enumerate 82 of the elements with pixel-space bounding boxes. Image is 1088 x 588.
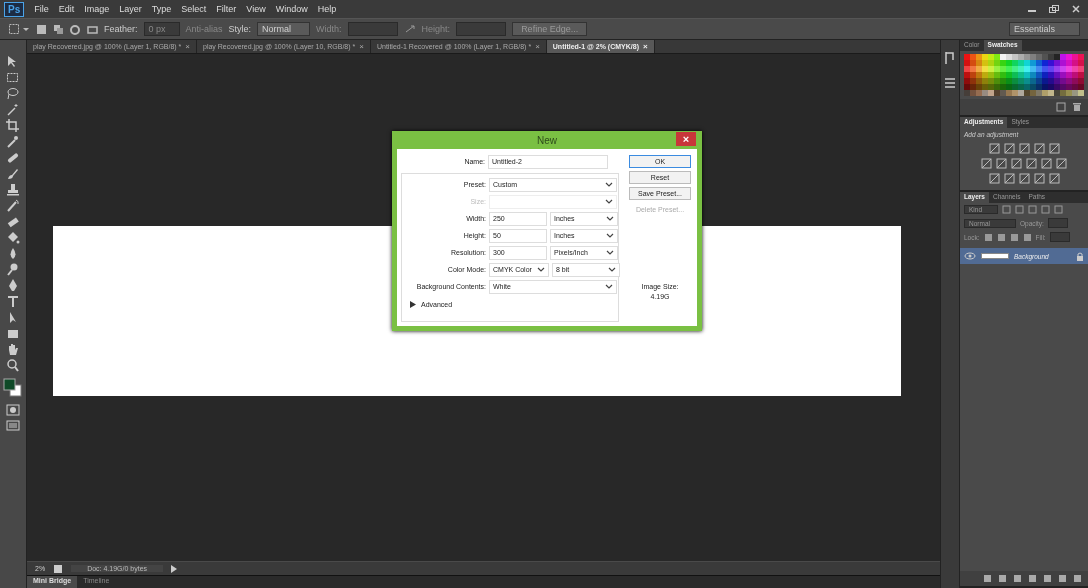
caret-icon <box>605 283 613 290</box>
adjustment-icon[interactable] <box>1041 158 1052 169</box>
swap-arrows-icon[interactable] <box>403 24 416 34</box>
restore-icon[interactable] <box>1048 4 1060 14</box>
swatch-grid-drawing[interactable] <box>964 54 1084 96</box>
style-label: Style: <box>228 24 252 34</box>
selection-mode-icon[interactable] <box>53 23 64 35</box>
adjustment-icon[interactable] <box>988 143 1000 154</box>
adjustment-icon[interactable] <box>1033 173 1045 184</box>
opacity-field[interactable] <box>1047 218 1068 228</box>
adjustment-icon[interactable] <box>1003 173 1015 184</box>
tab-close-button[interactable]: × <box>535 42 540 51</box>
brush-icon[interactable] <box>5 166 21 181</box>
zoom-icon[interactable] <box>5 358 21 373</box>
feather-label: Feather: <box>104 24 138 34</box>
workspace-select[interactable]: Essentials <box>1008 22 1080 36</box>
menu-item[interactable]: Type <box>151 4 172 14</box>
trash-icon[interactable] <box>1072 102 1082 112</box>
close-button[interactable]: × <box>676 132 696 146</box>
caret-icon <box>606 232 614 239</box>
close-icon[interactable] <box>1070 4 1082 14</box>
adjustment-icon[interactable] <box>1048 173 1060 184</box>
menu-item[interactable]: Window <box>275 4 308 14</box>
tab-close-button[interactable]: × <box>642 42 648 51</box>
menu-item[interactable]: Select <box>181 4 207 14</box>
screen-mode-icon[interactable] <box>5 418 21 432</box>
marquee-icon[interactable] <box>5 70 21 85</box>
history-icon[interactable] <box>943 50 957 66</box>
color-swatches-icon[interactable] <box>3 378 23 398</box>
style-select[interactable]: Normal <box>257 22 311 36</box>
caret-icon <box>605 181 613 188</box>
adjustment-icon[interactable] <box>1026 158 1037 169</box>
caret-icon <box>606 215 614 222</box>
menu-item[interactable]: View <box>246 4 266 14</box>
menu-item[interactable]: Layer <box>119 4 142 14</box>
caret-icon <box>605 198 613 205</box>
selection-mode-icon[interactable] <box>36 23 47 35</box>
new-swatch-icon[interactable] <box>1056 102 1066 112</box>
width-field[interactable] <box>347 22 398 36</box>
lock-icon <box>1076 251 1084 261</box>
adjustment-icon[interactable] <box>1018 143 1030 154</box>
adjustment-icon[interactable] <box>1018 173 1030 184</box>
tab-close-button[interactable]: × <box>185 42 190 51</box>
app-logo: Ps <box>4 1 25 17</box>
properties-icon[interactable] <box>943 76 957 90</box>
adjustment-icon[interactable] <box>1056 158 1067 169</box>
selection-mode-icon[interactable] <box>70 23 81 35</box>
eye-icon[interactable] <box>964 252 976 260</box>
history-brush-icon[interactable] <box>5 198 21 213</box>
adjustment-icon[interactable] <box>988 173 1000 184</box>
eyedropper-icon[interactable] <box>5 134 21 149</box>
type-icon[interactable] <box>5 294 21 309</box>
adjustment-icon[interactable] <box>981 158 992 169</box>
caret-icon <box>606 249 614 256</box>
menu-item[interactable]: Help <box>317 4 337 14</box>
adjustment-icon[interactable] <box>1033 143 1045 154</box>
menu-item[interactable]: Image <box>84 4 110 14</box>
tab-close-button[interactable]: × <box>359 42 364 51</box>
height-field[interactable] <box>456 22 507 36</box>
caret-icon <box>608 266 616 273</box>
menu-arrow-icon[interactable] <box>171 564 178 573</box>
selection-mode-icon[interactable] <box>87 23 98 35</box>
menu-item[interactable]: Edit <box>58 4 75 14</box>
fill-field[interactable] <box>1049 232 1070 242</box>
adjustment-icon[interactable] <box>1011 158 1022 169</box>
menu-item[interactable]: File <box>34 4 49 14</box>
marquee-icon[interactable] <box>8 23 30 35</box>
status-icon[interactable] <box>53 563 64 574</box>
quick-mask-icon[interactable] <box>5 403 21 417</box>
dialog-title: New <box>537 134 557 146</box>
wand-icon[interactable] <box>5 102 21 117</box>
lasso-icon[interactable] <box>5 86 21 101</box>
menu-item[interactable]: Filter <box>216 4 237 14</box>
stamp-icon[interactable] <box>5 182 21 197</box>
adjustment-icon[interactable] <box>1003 143 1015 154</box>
crop-icon[interactable] <box>5 118 21 133</box>
width-label: Width: <box>316 24 342 34</box>
adjustment-icon[interactable] <box>1048 143 1060 154</box>
caret-icon <box>537 266 545 273</box>
expand-triangle-icon <box>410 301 416 308</box>
adjustment-icon[interactable] <box>996 158 1007 169</box>
layer-thumbnail <box>981 251 1009 261</box>
